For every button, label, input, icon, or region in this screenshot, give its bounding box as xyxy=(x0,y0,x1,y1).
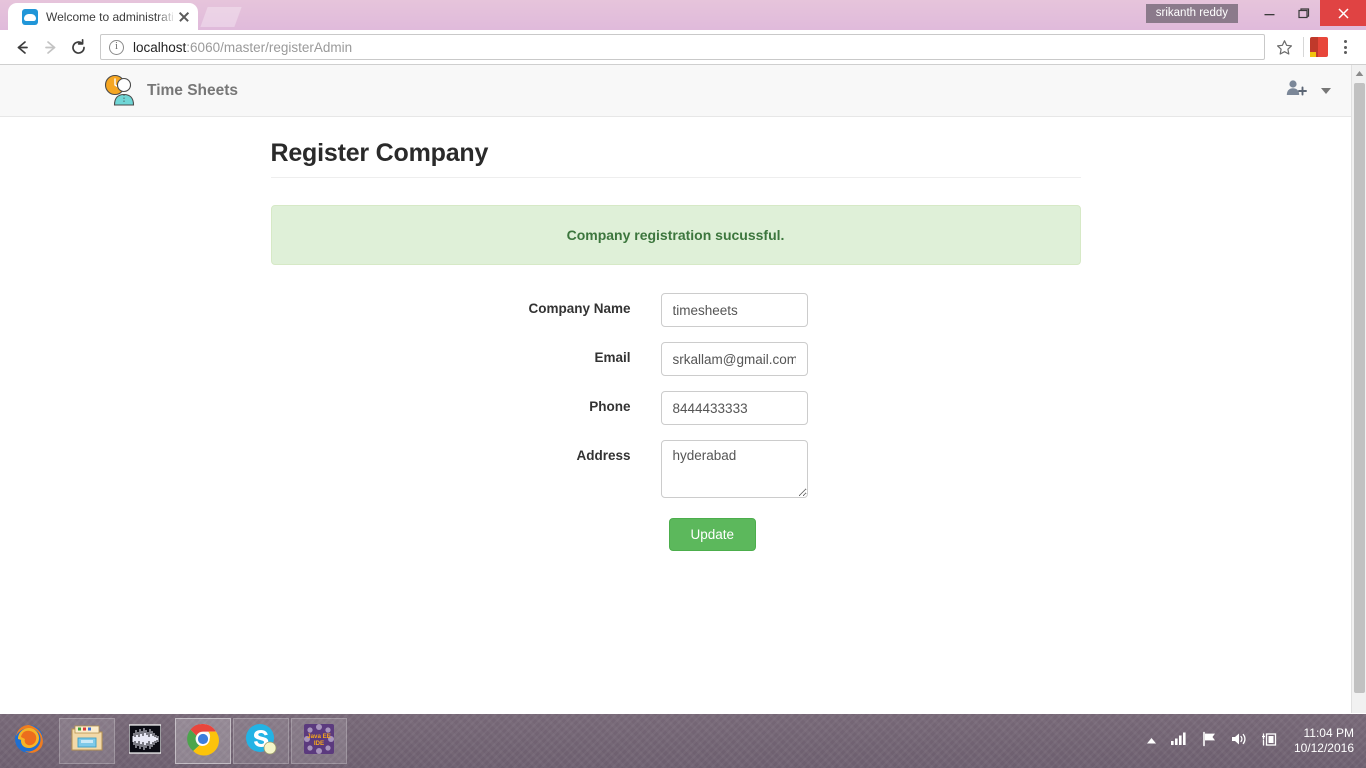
maximize-icon[interactable] xyxy=(1286,0,1320,26)
form-actions-offset xyxy=(271,518,661,551)
scroll-up-arrow-icon[interactable] xyxy=(1352,65,1366,81)
new-tab-button[interactable] xyxy=(200,7,242,27)
chevron-up-icon[interactable] xyxy=(1146,732,1157,750)
app-navbar: Time Sheets xyxy=(0,65,1351,117)
address-label: Address xyxy=(576,448,631,463)
form-group-company-name: Company Name xyxy=(271,293,1081,327)
info-icon[interactable] xyxy=(109,39,124,55)
address-textarea[interactable] xyxy=(660,440,808,498)
kebab-menu-icon[interactable] xyxy=(1332,34,1358,60)
brand-label: Time Sheets xyxy=(147,81,239,99)
taskbar-clock[interactable]: 11:04 PM 10/12/2016 xyxy=(1294,726,1354,756)
taskbar-item-java-ee-ide[interactable]: Java EE IDE xyxy=(291,718,347,764)
reload-icon[interactable] xyxy=(64,33,92,61)
browser-toolbar: localhost:6060/master/registerAdmin xyxy=(0,30,1366,65)
toolbar-divider xyxy=(1303,37,1304,57)
taskbar-item-chrome[interactable] xyxy=(175,718,231,764)
system-tray: 11:04 PM 10/12/2016 xyxy=(1146,726,1366,756)
forward-arrow-icon xyxy=(36,33,64,61)
phone-wrap xyxy=(660,391,808,425)
star-icon[interactable] xyxy=(1271,34,1297,60)
taskbar-item-audio-editor[interactable] xyxy=(117,718,173,764)
battery-icon[interactable] xyxy=(1261,731,1277,752)
status-alert: Company registration sucussful. xyxy=(270,205,1081,265)
company-name-label: Company Name xyxy=(528,301,631,316)
content-container: Register Company Company registration su… xyxy=(270,139,1081,551)
firefox-icon xyxy=(12,722,46,761)
svg-text:Java EE: Java EE xyxy=(307,733,331,740)
form-group-address: Address xyxy=(271,440,1081,503)
form-group-phone: Phone xyxy=(271,391,1081,425)
web-page: Time Sheets Register Company Company reg… xyxy=(0,65,1351,713)
address-bar[interactable]: localhost:6060/master/registerAdmin xyxy=(100,34,1265,60)
waveform-icon xyxy=(128,723,162,759)
company-name-input[interactable] xyxy=(660,293,808,327)
chevron-down-icon[interactable] xyxy=(1321,87,1331,94)
skype-icon xyxy=(245,723,277,760)
page-viewport: Time Sheets Register Company Company reg… xyxy=(0,65,1366,713)
register-company-form: Company Name Email Phone xyxy=(271,293,1081,551)
back-arrow-icon[interactable] xyxy=(8,33,36,61)
tab-strip: Welcome to administrati srikanth reddy xyxy=(0,0,1366,30)
address-bar-host: localhost xyxy=(133,39,187,55)
close-icon[interactable] xyxy=(176,9,192,25)
scrollbar-thumb[interactable] xyxy=(1354,83,1365,693)
status-alert-message: Company registration sucussful. xyxy=(566,227,785,243)
address-bar-url: localhost:6060/master/registerAdmin xyxy=(133,40,352,55)
taskbar-item-file-explorer[interactable] xyxy=(59,718,115,764)
extension-icon[interactable] xyxy=(1310,37,1328,57)
navbar-right xyxy=(1286,79,1331,102)
phone-input[interactable] xyxy=(660,391,808,425)
eclipse-icon: Java EE IDE xyxy=(303,723,335,760)
signal-bars-icon[interactable] xyxy=(1170,731,1188,751)
page-title: Register Company xyxy=(270,139,1081,178)
speaker-icon[interactable] xyxy=(1230,731,1248,752)
flag-icon[interactable] xyxy=(1201,731,1217,752)
address-wrap xyxy=(660,440,808,503)
update-button[interactable]: Update xyxy=(668,518,757,551)
browser-window: Welcome to administrati srikanth reddy i… xyxy=(0,0,1366,714)
clock-date: 10/12/2016 xyxy=(1293,741,1354,755)
cloud-icon xyxy=(22,8,38,25)
form-actions: Update xyxy=(271,518,1081,551)
minimize-icon[interactable] xyxy=(1252,0,1286,26)
address-bar-path: :6060/master/registerAdmin xyxy=(186,39,353,55)
taskbar-item-skype[interactable] xyxy=(233,718,289,764)
taskbar-item-firefox[interactable] xyxy=(1,718,57,764)
form-group-email: Email xyxy=(271,342,1081,376)
email-wrap xyxy=(660,342,808,376)
browser-tab[interactable]: Welcome to administrati xyxy=(8,3,198,30)
taskbar: Java EE IDE 11:04 PM 10/12/2016 xyxy=(0,714,1366,768)
window-controls: srikanth reddy xyxy=(1145,0,1366,26)
phone-label: Phone xyxy=(589,399,631,414)
user-add-icon[interactable] xyxy=(1286,79,1307,102)
chrome-icon xyxy=(186,722,220,761)
email-input[interactable] xyxy=(660,342,808,376)
email-label: Email xyxy=(594,350,631,365)
close-icon[interactable] xyxy=(1320,0,1366,26)
taskbar-items: Java EE IDE xyxy=(0,718,348,764)
browser-tab-title: Welcome to administrati xyxy=(46,9,174,24)
svg-text:IDE: IDE xyxy=(314,740,324,747)
window-user-label: srikanth reddy xyxy=(1145,3,1238,23)
clock-time: 11:04 PM xyxy=(1303,726,1354,740)
timesheets-logo-icon xyxy=(104,72,138,110)
folder-icon xyxy=(70,724,104,759)
page-scrollbar[interactable] xyxy=(1351,65,1366,713)
brand-link[interactable]: Time Sheets xyxy=(104,72,238,110)
company-name-wrap xyxy=(660,293,808,327)
